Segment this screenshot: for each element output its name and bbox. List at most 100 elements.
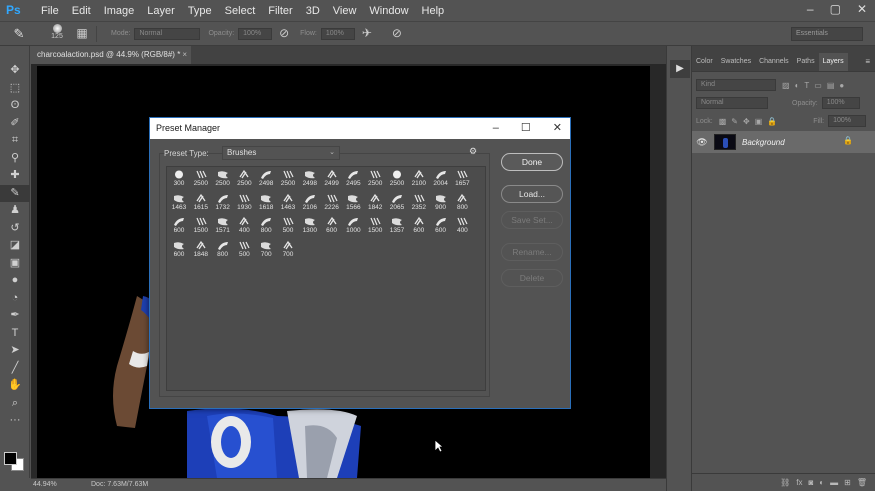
brush-preset-item[interactable]: 1000: [342, 215, 364, 237]
line-tool-icon[interactable]: ╱: [0, 360, 30, 378]
brush-preset-item[interactable]: 1615: [190, 192, 212, 214]
new-group-icon[interactable]: ▬: [830, 478, 838, 487]
brush-preset-picker[interactable]: 125: [44, 23, 70, 45]
menu-window[interactable]: Window: [369, 5, 408, 17]
menu-file[interactable]: File: [41, 5, 59, 17]
brush-preset-item[interactable]: 700: [255, 239, 277, 261]
path-selection-tool-icon[interactable]: ➤: [0, 342, 30, 360]
menu-edit[interactable]: Edit: [72, 5, 91, 17]
menu-type[interactable]: Type: [188, 5, 212, 17]
dialog-maximize-icon[interactable]: ☐: [521, 118, 531, 139]
lock-artboard-icon[interactable]: ▣: [755, 117, 763, 126]
type-filter-icon[interactable]: T: [804, 81, 809, 90]
layer-opacity-field[interactable]: 100%: [821, 97, 860, 109]
close-document-icon[interactable]: ×: [182, 46, 187, 64]
brush-preset-item[interactable]: 2499: [321, 168, 343, 190]
marquee-tool-icon[interactable]: ⬚: [0, 80, 30, 98]
workspace-select[interactable]: Essentials: [791, 27, 863, 41]
brush-preset-item[interactable]: 800: [451, 192, 473, 214]
brush-preset-item[interactable]: 2498: [255, 168, 277, 190]
gear-icon[interactable]: ⚙: [469, 146, 477, 157]
brush-preset-item[interactable]: 1842: [364, 192, 386, 214]
brush-preset-item[interactable]: 600: [321, 215, 343, 237]
brush-panel-toggle-icon[interactable]: ▦: [74, 26, 90, 42]
brush-preset-item[interactable]: 1463: [277, 192, 299, 214]
brush-preset-item[interactable]: 2495: [342, 168, 364, 190]
minimize-button[interactable]: –: [807, 2, 814, 16]
brush-preset-item[interactable]: 1566: [342, 192, 364, 214]
type-tool-icon[interactable]: T: [0, 325, 30, 343]
foreground-color-swatch[interactable]: [4, 452, 17, 465]
dodge-tool-icon[interactable]: ◔: [0, 290, 30, 308]
quick-selection-tool-icon[interactable]: ✐: [0, 115, 30, 133]
brush-preset-item[interactable]: 2100: [408, 168, 430, 190]
brush-preset-item[interactable]: 400: [451, 215, 473, 237]
lock-move-icon[interactable]: ✥: [743, 117, 750, 126]
blend-mode-select[interactable]: Normal: [696, 97, 768, 109]
brush-preset-item[interactable]: 1930: [233, 192, 255, 214]
clone-stamp-tool-icon[interactable]: ♟: [0, 202, 30, 220]
pen-tool-icon[interactable]: ✒: [0, 307, 30, 325]
brush-preset-item[interactable]: 1500: [190, 215, 212, 237]
brush-preset-item[interactable]: 2500: [212, 168, 234, 190]
flow-field[interactable]: 100%: [320, 27, 355, 40]
more-tools-icon[interactable]: ···: [0, 412, 30, 430]
brush-preset-item[interactable]: 800: [212, 239, 234, 261]
play-actions-icon[interactable]: ▶: [670, 60, 690, 78]
pressure-opacity-icon[interactable]: ⊘: [276, 26, 292, 42]
brush-preset-item[interactable]: 400: [233, 215, 255, 237]
dialog-close-icon[interactable]: ✕: [553, 118, 562, 139]
opacity-field[interactable]: 100%: [238, 27, 273, 40]
add-mask-icon[interactable]: ◙: [808, 478, 813, 487]
delete-layer-icon[interactable]: 🗑: [857, 478, 867, 487]
panel-menu-icon[interactable]: ≡: [865, 57, 870, 66]
maximize-button[interactable]: ▢: [830, 2, 841, 16]
crop-tool-icon[interactable]: ⌗: [0, 132, 30, 150]
visibility-eye-icon[interactable]: 👁: [692, 137, 712, 148]
brush-preset-item[interactable]: 2352: [408, 192, 430, 214]
brush-preset-item[interactable]: 2106: [299, 192, 321, 214]
brush-preset-item[interactable]: 800: [255, 215, 277, 237]
gradient-tool-icon[interactable]: ▣: [0, 255, 30, 273]
zoom-tool-icon[interactable]: ⌕: [0, 395, 30, 413]
document-tab[interactable]: charcoalaction.psd @ 44.9% (RGB/8#) * ×: [31, 46, 191, 64]
brush-preset-item[interactable]: 2500: [386, 168, 408, 190]
brush-preset-item[interactable]: 2500: [277, 168, 299, 190]
tab-layers[interactable]: Layers: [818, 53, 848, 71]
tab-color[interactable]: Color: [692, 53, 717, 71]
hand-tool-icon[interactable]: ✋: [0, 377, 30, 395]
lasso-tool-icon[interactable]: ʘ: [0, 97, 30, 115]
adjustment-layer-icon[interactable]: ◐: [819, 478, 824, 487]
close-button[interactable]: ✕: [857, 2, 867, 16]
brush-preset-item[interactable]: 600: [408, 215, 430, 237]
eyedropper-tool-icon[interactable]: ⚲: [0, 150, 30, 168]
save-set-button[interactable]: Save Set...: [501, 211, 563, 229]
delete-button[interactable]: Delete: [501, 269, 563, 287]
tab-paths[interactable]: Paths: [793, 53, 819, 71]
brush-preset-item[interactable]: 1500: [364, 215, 386, 237]
brush-preset-item[interactable]: 1300: [299, 215, 321, 237]
brush-tool-icon[interactable]: ✎: [0, 184, 30, 202]
brush-preset-item[interactable]: 2500: [364, 168, 386, 190]
brush-preset-item[interactable]: 2065: [386, 192, 408, 214]
healing-brush-tool-icon[interactable]: ✚: [0, 167, 30, 185]
new-layer-icon[interactable]: ⊞: [844, 478, 851, 487]
history-brush-tool-icon[interactable]: ↺: [0, 220, 30, 238]
move-tool-icon[interactable]: ✥: [0, 62, 30, 80]
smart-object-filter-icon[interactable]: ▤: [827, 81, 835, 90]
brush-preset-item[interactable]: 500: [233, 239, 255, 261]
layer-filter-kind[interactable]: Kind: [696, 79, 776, 91]
link-layers-icon[interactable]: ⛓: [780, 478, 790, 487]
menu-help[interactable]: Help: [422, 5, 445, 17]
brush-preset-item[interactable]: 600: [430, 215, 452, 237]
shape-filter-icon[interactable]: ▭: [814, 81, 822, 90]
menu-select[interactable]: Select: [225, 5, 256, 17]
brush-preset-item[interactable]: 1463: [168, 192, 190, 214]
brush-preset-item[interactable]: 900: [430, 192, 452, 214]
eraser-tool-icon[interactable]: ◪: [0, 237, 30, 255]
airbrush-icon[interactable]: ✈: [359, 26, 375, 42]
mode-select[interactable]: Normal: [134, 27, 201, 40]
preset-type-select[interactable]: Brushes ⌄: [222, 146, 340, 160]
brush-preset-item[interactable]: 1657: [451, 168, 473, 190]
layer-style-icon[interactable]: fx: [796, 478, 802, 487]
